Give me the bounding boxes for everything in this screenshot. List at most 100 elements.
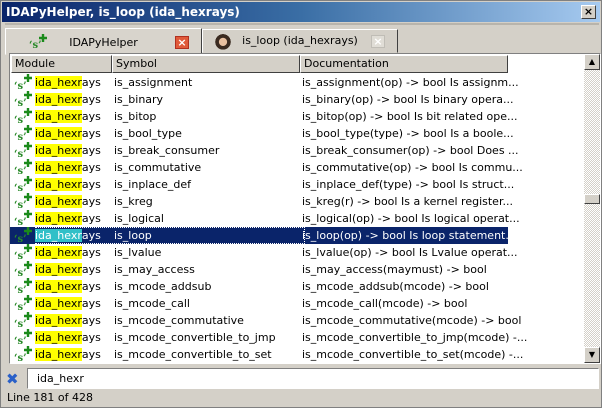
match-highlight: ida_hexr bbox=[35, 331, 82, 344]
documentation-cell: is_bitop(op) -> bool Is bit related ope.… bbox=[302, 110, 518, 123]
match-highlight: ida_hexr bbox=[35, 246, 82, 259]
table-row[interactable]: ‘s’ ida_hexrays is_inplace_def is_inplace_d… bbox=[10, 176, 585, 193]
status-line: Line 181 of 428 bbox=[7, 391, 94, 404]
table-row[interactable]: ‘s’ ida_hexrays is_may_access is_may_access… bbox=[10, 261, 585, 278]
symbol-cell: is_loop bbox=[114, 229, 152, 242]
python-plus-icon: ‘s’ bbox=[14, 108, 32, 124]
column-header-documentation[interactable]: Documentation bbox=[300, 55, 508, 73]
symbol-list[interactable]: Module Symbol Documentation ‘s’ ida_hexra… bbox=[9, 53, 601, 364]
table-row[interactable]: ‘s’ ida_hexrays is_break_consumer is_break_… bbox=[10, 142, 585, 159]
table-row[interactable]: ‘s’ ida_hexrays is_bitop is_bitop(op) -> bo… bbox=[10, 108, 585, 125]
module-rest: ays bbox=[81, 161, 101, 174]
documentation-cell: is_mcode_call(mcode) -> bool bbox=[302, 297, 468, 310]
table-row[interactable]: ‘s’ ida_hexrays is_mcode_call is_mcode_call… bbox=[10, 295, 585, 312]
documentation-cell: is_lvalue(op) -> bool Is Lvalue operat..… bbox=[302, 246, 518, 259]
module-cell: ida_hexrays bbox=[35, 261, 101, 278]
python-plus-icon: ‘s’ bbox=[14, 176, 32, 192]
match-highlight: ida_hexr bbox=[35, 93, 82, 106]
match-highlight: ida_hexr bbox=[35, 127, 82, 140]
match-highlight: ida_hexr bbox=[35, 178, 82, 191]
documentation-cell: is_inplace_def(type) -> bool Is struct..… bbox=[302, 178, 515, 191]
documentation-cell: is_kreg(r) -> bool Is a kernel register.… bbox=[302, 195, 513, 208]
table-row[interactable]: ‘s’ ida_hexrays is_lvalue is_lvalue(op) -> … bbox=[10, 244, 585, 261]
symbol-cell: is_break_consumer bbox=[114, 144, 220, 157]
table-row[interactable]: ‘s’ ida_hexrays is_loop is_loop(op) -> bool… bbox=[10, 227, 585, 244]
python-plus-icon: ‘s’ bbox=[14, 91, 32, 107]
module-cell: ida_hexrays bbox=[35, 91, 101, 108]
symbol-cell: is_bitop bbox=[114, 110, 157, 123]
scroll-up-button[interactable]: ▲ bbox=[584, 54, 600, 70]
symbol-cell: is_logical bbox=[114, 212, 164, 225]
column-header-symbol[interactable]: Symbol bbox=[112, 55, 300, 73]
module-cell: ida_hexrays bbox=[35, 176, 101, 193]
svg-text:‘s’: ‘s’ bbox=[14, 132, 27, 141]
table-row[interactable]: ‘s’ ida_hexrays is_mcode_addsub is_mcode_ad… bbox=[10, 278, 585, 295]
clear-filter-icon[interactable]: ✖ bbox=[6, 370, 19, 388]
tab-close-button[interactable]: × bbox=[371, 35, 385, 48]
module-cell: ida_hexrays bbox=[35, 74, 101, 91]
match-highlight: ida_hexr bbox=[35, 212, 82, 225]
match-highlight: ida_hexr bbox=[35, 195, 82, 208]
python-plus-icon: ‘s’ bbox=[14, 125, 32, 141]
svg-text:‘s’: ‘s’ bbox=[14, 200, 27, 209]
svg-text:‘s’: ‘s’ bbox=[14, 319, 27, 328]
filter-input[interactable]: ida_hexr bbox=[27, 368, 599, 389]
match-highlight: ida_hexr bbox=[35, 229, 82, 242]
tab-is-loop[interactable]: is_loop (ida_hexrays) × bbox=[202, 29, 398, 53]
module-rest: ays bbox=[81, 314, 101, 327]
svg-text:‘s’: ‘s’ bbox=[14, 285, 27, 294]
documentation-cell: is_mcode_convertible_to_set(mcode) -... bbox=[302, 348, 524, 361]
module-cell: ida_hexrays bbox=[35, 210, 101, 227]
documentation-cell: is_may_access(maymust) -> bool bbox=[302, 263, 487, 276]
table-row[interactable]: ‘s’ ida_hexrays is_mcode_commutative is_mco… bbox=[10, 312, 585, 329]
symbol-cell: is_mcode_convertible_to_set bbox=[114, 348, 272, 361]
module-cell: ida_hexrays bbox=[35, 159, 101, 176]
module-rest: ays bbox=[81, 246, 101, 259]
table-row[interactable]: ‘s’ ida_hexrays is_commutative is_commutati… bbox=[10, 159, 585, 176]
python-plus-icon: ‘s’ bbox=[14, 329, 32, 345]
module-rest: ays bbox=[81, 297, 101, 310]
documentation-cell: is_commutative(op) -> bool Is commu... bbox=[302, 161, 523, 174]
module-rest: ays bbox=[81, 195, 101, 208]
python-plus-icon: ‘s’ bbox=[14, 295, 32, 311]
svg-text:‘s’: ‘s’ bbox=[14, 217, 27, 226]
symbol-cell: is_assignment bbox=[114, 76, 193, 89]
close-window-button[interactable]: × bbox=[581, 5, 596, 19]
module-cell: ida_hexrays bbox=[35, 312, 101, 329]
table-row[interactable]: ‘s’ ida_hexrays is_mcode_convertible_to_jm… bbox=[10, 329, 585, 346]
vertical-scrollbar[interactable]: ▲ ▼ bbox=[584, 54, 600, 363]
match-highlight: ida_hexr bbox=[35, 297, 82, 310]
match-highlight: ida_hexr bbox=[35, 348, 82, 361]
match-highlight: ida_hexr bbox=[35, 76, 82, 89]
module-rest: ays bbox=[81, 212, 101, 225]
scroll-thumb[interactable] bbox=[584, 194, 600, 204]
table-row[interactable]: ‘s’ ida_hexrays is_kreg is_kreg(r) -> bool … bbox=[10, 193, 585, 210]
python-plus-icon: ‘s’ bbox=[14, 278, 32, 294]
svg-text:‘s’: ‘s’ bbox=[14, 115, 27, 124]
table-row[interactable]: ‘s’ ida_hexrays is_logical is_logical(op) -… bbox=[10, 210, 585, 227]
module-rest: ays bbox=[81, 144, 101, 157]
module-rest: ays bbox=[81, 263, 101, 276]
symbol-cell: is_mcode_commutative bbox=[114, 314, 244, 327]
svg-text:‘s’: ‘s’ bbox=[14, 302, 27, 311]
table-row[interactable]: ‘s’ ida_hexrays is_binary is_binary(op) -> … bbox=[10, 91, 585, 108]
python-plus-icon: ‘s’ bbox=[14, 346, 32, 362]
table-row[interactable]: ‘s’ ida_hexrays is_bool_type is_bool_type(t… bbox=[10, 125, 585, 142]
tab-idapyhelper[interactable]: ‘s’ IDAPyHelper × bbox=[5, 28, 202, 55]
module-rest: ays bbox=[81, 348, 101, 361]
module-rest: ays bbox=[81, 331, 101, 344]
match-highlight: ida_hexr bbox=[35, 280, 82, 293]
column-header-module[interactable]: Module bbox=[11, 55, 112, 73]
svg-text:‘s’: ‘s’ bbox=[14, 353, 27, 362]
python-plus-icon: ‘s’ bbox=[14, 227, 32, 243]
table-row[interactable]: ‘s’ ida_hexrays is_mcode_convertible_to_se… bbox=[10, 346, 585, 363]
match-highlight: ida_hexr bbox=[35, 110, 82, 123]
documentation-cell: is_assignment(op) -> bool Is assignm... bbox=[302, 76, 519, 89]
tab-label: is_loop (ida_hexrays) bbox=[242, 34, 358, 47]
tab-close-button[interactable]: × bbox=[175, 36, 189, 49]
python-plus-icon: ‘s’ bbox=[14, 159, 32, 175]
svg-text:‘s’: ‘s’ bbox=[14, 234, 27, 243]
symbol-cell: is_lvalue bbox=[114, 246, 162, 259]
table-row[interactable]: ‘s’ ida_hexrays is_assignment is_assignment… bbox=[10, 74, 585, 91]
scroll-down-button[interactable]: ▼ bbox=[584, 347, 600, 363]
